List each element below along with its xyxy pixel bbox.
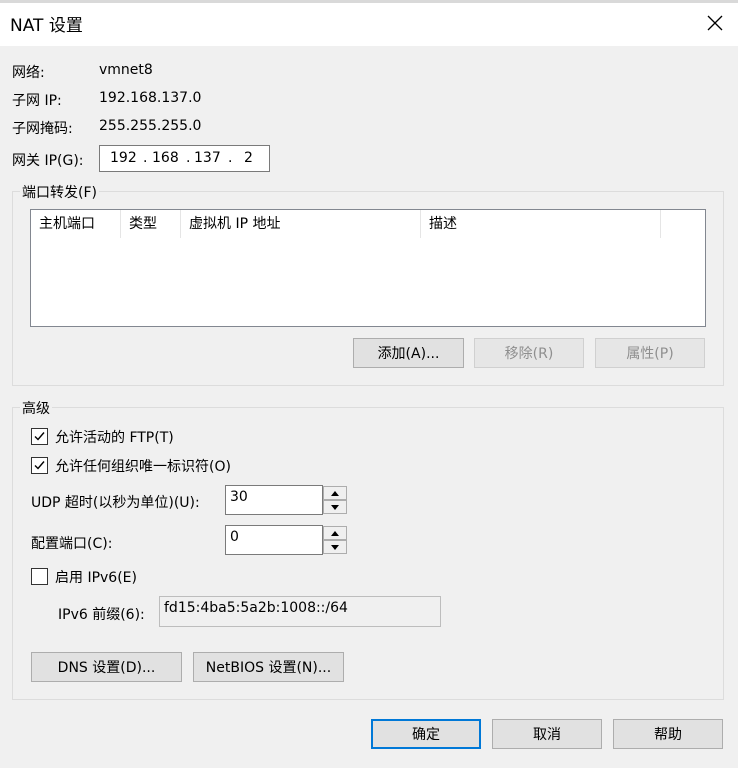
column-description[interactable]: 描述 xyxy=(421,210,661,238)
check-icon xyxy=(34,432,45,441)
ipv6-prefix-value: fd15:4ba5:5a2b:1008::/64 xyxy=(164,600,348,616)
port-forwarding-list[interactable]: 主机端口 类型 虚拟机 IP 地址 描述 xyxy=(30,209,706,327)
udp-timeout-down-button[interactable] xyxy=(323,500,347,514)
ipv6-prefix-input[interactable]: fd15:4ba5:5a2b:1008::/64 xyxy=(159,596,441,627)
network-value: vmnet8 xyxy=(99,62,153,78)
properties-button[interactable]: 属性(P) xyxy=(595,338,705,368)
advanced-title: 高级 xyxy=(20,398,52,418)
arrow-down-icon xyxy=(331,544,339,550)
subnet-ip-value: 192.168.137.0 xyxy=(99,90,202,106)
gateway-dot: . xyxy=(186,150,191,166)
add-button[interactable]: 添加(A)... xyxy=(353,338,464,368)
remove-button[interactable]: 移除(R) xyxy=(474,338,584,368)
gateway-dot: . xyxy=(143,150,148,166)
config-port-down-button[interactable] xyxy=(323,540,347,554)
arrow-down-icon xyxy=(331,504,339,510)
title-bar: NAT 设置 xyxy=(0,0,738,46)
config-port-value: 0 xyxy=(230,529,239,545)
dns-settings-button[interactable]: DNS 设置(D)... xyxy=(31,652,182,682)
port-forwarding-title: 端口转发(F) xyxy=(20,182,99,202)
config-port-label: 配置端口(C): xyxy=(31,536,113,552)
help-button[interactable]: 帮助 xyxy=(613,719,723,749)
background-window-strip xyxy=(0,0,738,3)
ok-button[interactable]: 确定 xyxy=(371,719,481,749)
ipv6-prefix-label: IPv6 前缀(6): xyxy=(58,607,145,623)
column-vm-ip[interactable]: 虚拟机 IP 地址 xyxy=(181,210,421,238)
gateway-ip-input[interactable]: 192 . 168 . 137 . 2 xyxy=(99,145,270,172)
udp-timeout-label: UDP 超时(以秒为单位)(U): xyxy=(31,495,200,511)
gateway-octet-2: 168 xyxy=(152,150,179,166)
allow-ftp-checkbox[interactable] xyxy=(31,428,48,445)
gateway-dot: . xyxy=(228,150,233,166)
allow-oui-checkbox[interactable] xyxy=(31,457,48,474)
gateway-octet-4: 2 xyxy=(244,150,253,166)
check-icon xyxy=(34,461,45,470)
udp-timeout-spinner[interactable] xyxy=(323,485,347,515)
subnet-mask-value: 255.255.255.0 xyxy=(99,118,202,134)
gateway-octet-3: 137 xyxy=(194,150,221,166)
udp-timeout-up-button[interactable] xyxy=(323,486,347,500)
arrow-up-icon xyxy=(331,530,339,536)
arrow-up-icon xyxy=(331,490,339,496)
cancel-button[interactable]: 取消 xyxy=(492,719,602,749)
gateway-octet-1: 192 xyxy=(110,150,137,166)
subnet-ip-label: 子网 IP: xyxy=(12,93,62,109)
udp-timeout-input[interactable]: 30 xyxy=(225,485,323,515)
allow-ftp-label[interactable]: 允许活动的 FTP(T) xyxy=(55,427,174,447)
enable-ipv6-checkbox[interactable] xyxy=(31,568,48,585)
network-label: 网络: xyxy=(12,65,45,81)
close-icon xyxy=(707,15,723,31)
udp-timeout-value: 30 xyxy=(230,489,248,505)
enable-ipv6-label[interactable]: 启用 IPv6(E) xyxy=(55,567,137,587)
gateway-label: 网关 IP(G): xyxy=(12,153,84,169)
allow-oui-label[interactable]: 允许任何组织唯一标识符(O) xyxy=(55,456,231,476)
close-button[interactable] xyxy=(692,0,738,46)
window-title: NAT 设置 xyxy=(10,16,83,36)
config-port-input[interactable]: 0 xyxy=(225,525,323,555)
config-port-spinner[interactable] xyxy=(323,525,347,555)
config-port-up-button[interactable] xyxy=(323,526,347,540)
column-type[interactable]: 类型 xyxy=(121,210,181,238)
netbios-settings-button[interactable]: NetBIOS 设置(N)... xyxy=(193,652,344,682)
subnet-mask-label: 子网掩码: xyxy=(12,121,73,137)
column-host-port[interactable]: 主机端口 xyxy=(31,210,121,238)
